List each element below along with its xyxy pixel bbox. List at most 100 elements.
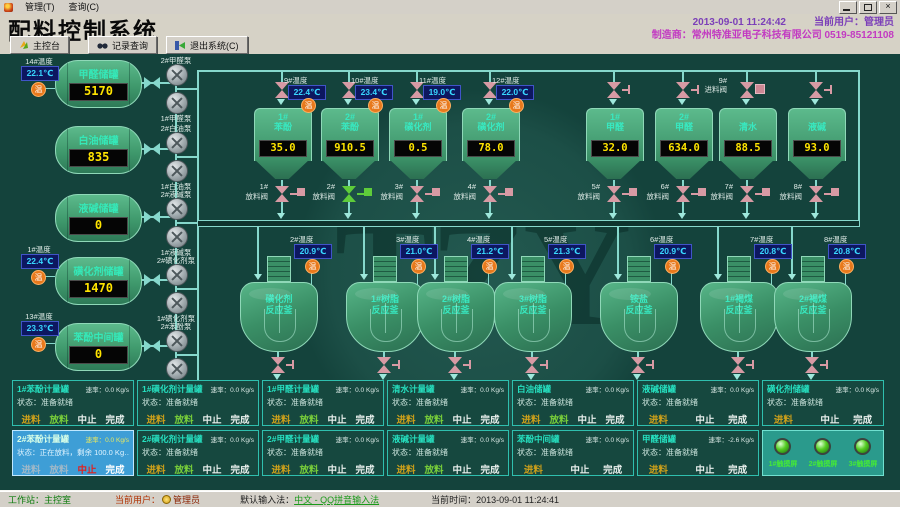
discharge-valve-number: 7#: [701, 182, 733, 191]
discharge-valve[interactable]: [275, 186, 289, 202]
reactor-outlet-valve[interactable]: [271, 357, 285, 373]
record-query-button[interactable]: 记录查询: [88, 36, 157, 54]
feed-valve[interactable]: [607, 82, 621, 98]
pump-label: 1#甲醛泵: [140, 114, 212, 123]
panel-button[interactable]: 中止: [327, 462, 346, 476]
panel-button[interactable]: 中止: [327, 412, 346, 426]
panel-button[interactable]: 进料: [524, 462, 543, 476]
panel-button[interactable]: 中止: [77, 412, 96, 426]
panel-button[interactable]: 进料: [396, 412, 415, 426]
panel-button[interactable]: 放料: [49, 412, 68, 426]
panel-button[interactable]: 进料: [146, 462, 165, 476]
hopper-number: 2#: [656, 112, 712, 122]
tank-outlet-valve[interactable]: [144, 143, 160, 155]
panel-button[interactable]: 进料: [21, 412, 40, 426]
reactor-outlet-valve[interactable]: [631, 357, 645, 373]
control-panel: 甲醛储罐速率：-2.6 Kg/s状态：准备就绪进料中止完成: [637, 430, 759, 476]
panel-button[interactable]: 中止: [202, 462, 221, 476]
panel-button[interactable]: 完成: [603, 462, 622, 476]
panel-button[interactable]: 完成: [355, 412, 374, 426]
temperature-label: 6#温度: [650, 235, 698, 244]
reactor-outlet-valve[interactable]: [448, 357, 462, 373]
minimize-icon[interactable]: [839, 1, 857, 14]
panel-button[interactable]: 完成: [105, 412, 124, 426]
metering-hopper: 2#苯酚910.5: [321, 108, 379, 161]
panel-button[interactable]: 进料: [271, 412, 290, 426]
temperature-dot-icon: 温: [31, 337, 46, 352]
panel-button[interactable]: 进料: [271, 462, 290, 476]
exit-system-button[interactable]: 退出系统(C): [166, 36, 248, 54]
status-led-icon: [814, 438, 831, 455]
panel-button[interactable]: 完成: [605, 412, 624, 426]
panel-button[interactable]: 进料: [774, 412, 793, 426]
ime-link[interactable]: 中文 - QQ拼音输入法: [294, 493, 379, 506]
discharge-valve[interactable]: [410, 186, 424, 202]
reactor-outlet-valve[interactable]: [525, 357, 539, 373]
panel-button[interactable]: 进料: [396, 462, 415, 476]
panel-button[interactable]: 中止: [452, 462, 471, 476]
panel-button[interactable]: 完成: [480, 462, 499, 476]
close-icon[interactable]: ×: [879, 1, 897, 14]
panel-button[interactable]: 放料: [299, 412, 318, 426]
feed-valve[interactable]: [809, 82, 823, 98]
discharge-valve[interactable]: [740, 186, 754, 202]
reactor-outlet-valve[interactable]: [731, 357, 745, 373]
panel-button[interactable]: 放料: [424, 412, 443, 426]
panel-button[interactable]: 进料: [649, 412, 668, 426]
panel-button[interactable]: 进料: [21, 462, 40, 476]
panel-button[interactable]: 放料: [174, 462, 193, 476]
feed-valve[interactable]: [740, 82, 754, 98]
panel-button[interactable]: 放料: [424, 462, 443, 476]
panel-button[interactable]: 完成: [853, 412, 872, 426]
panel-button[interactable]: 放料: [299, 462, 318, 476]
panel-button[interactable]: 进料: [649, 462, 668, 476]
storage-tank: 白油储罐835: [55, 126, 142, 174]
discharge-valve[interactable]: [607, 186, 621, 202]
tank-outlet-valve[interactable]: [144, 274, 160, 286]
panel-button[interactable]: 中止: [452, 412, 471, 426]
panel-button[interactable]: 完成: [105, 462, 124, 476]
panel-button[interactable]: 完成: [728, 412, 747, 426]
panel-button[interactable]: 完成: [480, 412, 499, 426]
restore-icon[interactable]: [859, 1, 877, 14]
panel-button[interactable]: 中止: [695, 412, 714, 426]
panel-button[interactable]: 放料: [549, 412, 568, 426]
tank-level-display: 0: [69, 346, 128, 364]
panel-button[interactable]: 中止: [77, 462, 96, 476]
discharge-valve[interactable]: [809, 186, 823, 202]
hopper-weight-display: 93.0: [793, 140, 841, 157]
panel-button[interactable]: 完成: [355, 462, 374, 476]
discharge-valve[interactable]: [483, 186, 497, 202]
reactor-outlet-valve[interactable]: [377, 357, 391, 373]
panel-button[interactable]: 中止: [820, 412, 839, 426]
panel-button[interactable]: 中止: [570, 462, 589, 476]
tank-outlet-valve[interactable]: [144, 77, 160, 89]
reactor-outlet-valve[interactable]: [805, 357, 819, 373]
tank-outlet-valve[interactable]: [144, 211, 160, 223]
panel-title: 磺化剂储罐: [767, 383, 810, 395]
pipe: [176, 88, 198, 90]
pump-icon: [166, 292, 188, 314]
panel-button[interactable]: 完成: [230, 412, 249, 426]
panel-button[interactable]: 中止: [695, 462, 714, 476]
valve-handle: [622, 193, 629, 195]
pump-icon: [166, 132, 188, 154]
panel-button[interactable]: 放料: [49, 462, 68, 476]
flow-arrow-down-icon: [412, 213, 420, 219]
panel-button[interactable]: 进料: [146, 412, 165, 426]
panel-button[interactable]: 中止: [577, 412, 596, 426]
panel-button[interactable]: 进料: [521, 412, 540, 426]
discharge-valve[interactable]: [676, 186, 690, 202]
metering-hopper: 清水88.5: [719, 108, 777, 161]
discharge-valve[interactable]: [342, 186, 356, 202]
flow-arrow-down-icon: [344, 99, 352, 105]
feed-valve[interactable]: [676, 82, 690, 98]
flow-arrow-down-icon: [811, 99, 819, 105]
tank-outlet-valve[interactable]: [144, 340, 160, 352]
panel-button[interactable]: 完成: [728, 462, 747, 476]
panel-button[interactable]: 放料: [174, 412, 193, 426]
main-console-button[interactable]: 主控台: [10, 36, 69, 54]
flow-arrow-down-icon: [412, 99, 420, 105]
panel-button[interactable]: 中止: [202, 412, 221, 426]
panel-button[interactable]: 完成: [230, 462, 249, 476]
